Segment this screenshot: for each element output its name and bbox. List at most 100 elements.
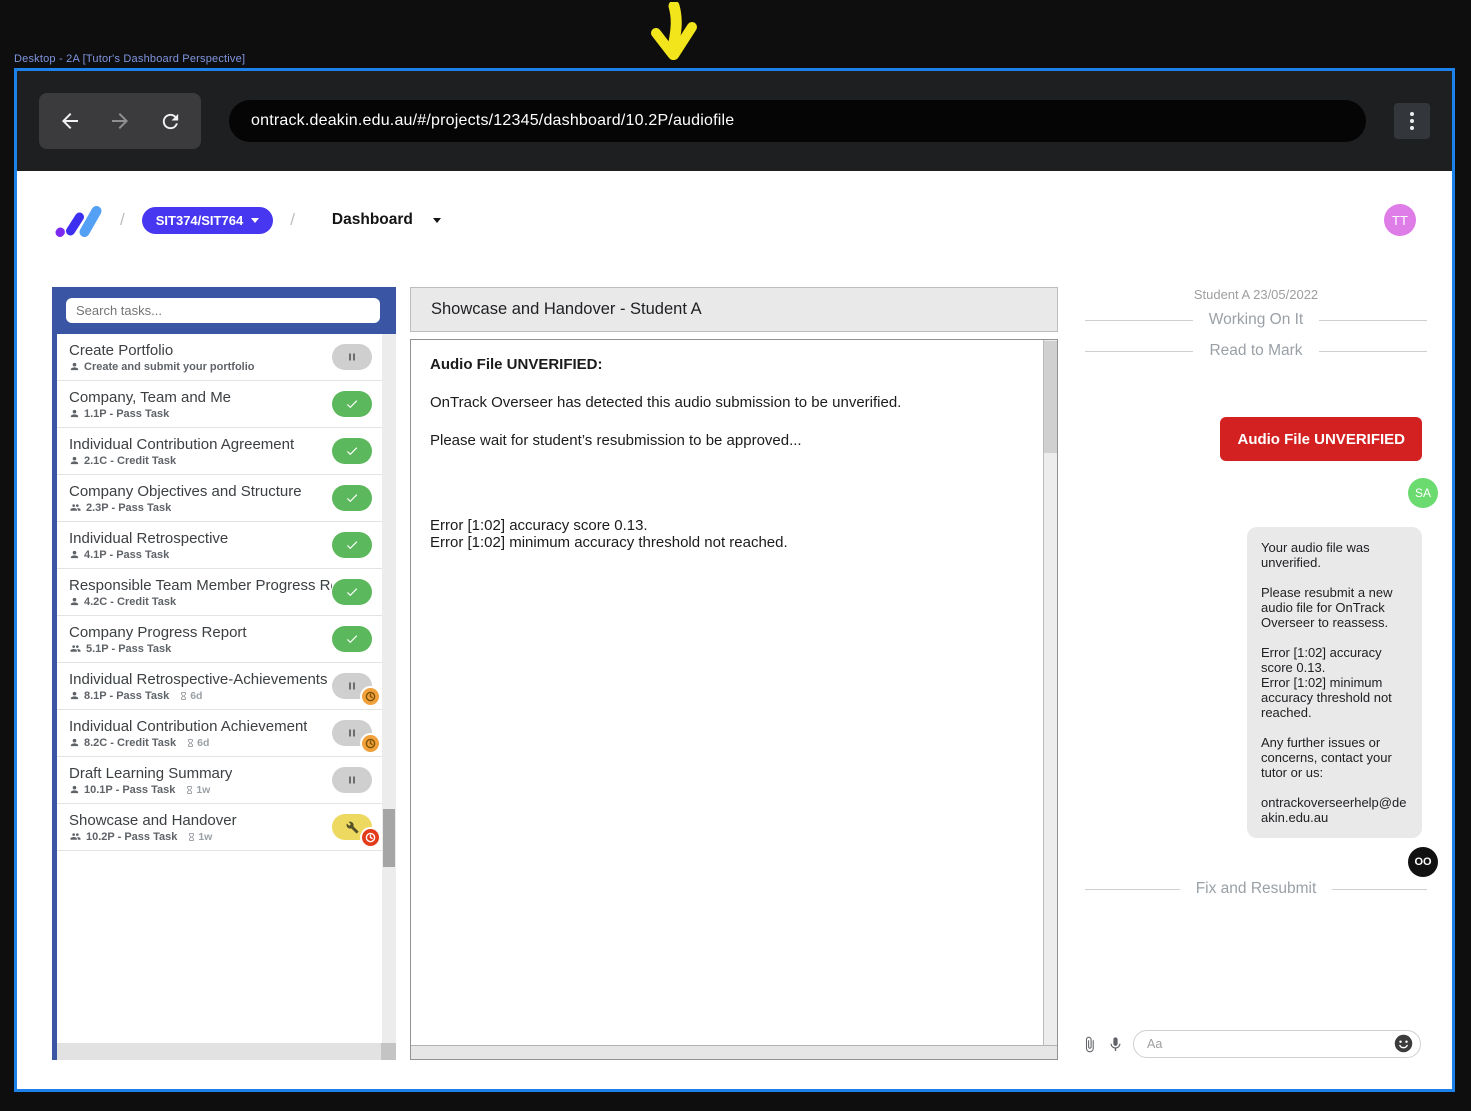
person-icon: [69, 737, 80, 748]
pause-icon: [346, 774, 358, 786]
task-list-scrollbar[interactable]: [382, 334, 396, 1043]
browser-frame: ontrack.deakin.edu.au/#/projects/12345/d…: [14, 68, 1455, 1092]
task-list-item[interactable]: Company Progress Report 5.1P - Pass Task: [57, 616, 382, 663]
clock-badge-icon: [362, 688, 379, 705]
status-paragraph: Please wait for student’s resubmission t…: [430, 432, 1017, 449]
breadcrumb-separator: /: [120, 210, 125, 230]
task-list-item[interactable]: Individual Contribution Agreement 2.1C - …: [57, 428, 382, 475]
task-status-pill[interactable]: [332, 767, 372, 793]
task-list: Create Portfolio Create and submit your p…: [57, 334, 382, 1043]
task-title: Company Objectives and Structure: [69, 483, 302, 500]
task-list-item[interactable]: Individual Contribution Achievement8.2C …: [57, 710, 382, 757]
student-avatar[interactable]: SA: [1408, 478, 1438, 508]
task-status-pill[interactable]: [332, 814, 372, 840]
task-list-item[interactable]: Create Portfolio Create and submit your p…: [57, 334, 382, 381]
forward-icon: [108, 109, 132, 133]
person-icon: [69, 455, 80, 466]
pause-icon: [346, 351, 358, 363]
overseer-avatar[interactable]: OO: [1408, 847, 1438, 877]
task-list-item[interactable]: Showcase and Handover10.2P - Pass Task1w: [57, 804, 382, 851]
back-button[interactable]: [57, 108, 83, 134]
check-icon: [345, 491, 359, 505]
task-subtitle: Create and submit your portfolio: [84, 361, 255, 373]
task-duration: 6d: [186, 737, 209, 749]
annotation-arrow-icon: [643, 2, 705, 68]
person-icon: [69, 690, 80, 701]
unit-dropdown[interactable]: SIT374/SIT764: [142, 207, 273, 234]
task-status-pill[interactable]: [332, 720, 372, 746]
task-title: Company Progress Report: [69, 624, 247, 641]
panel-hscrollbar[interactable]: [411, 1045, 1057, 1059]
scrollbar-corner: [381, 1043, 396, 1060]
task-list-item[interactable]: Responsible Team Member Progress Re... 4.…: [57, 569, 382, 616]
task-title: Company, Team and Me: [69, 389, 231, 406]
task-status-pill[interactable]: [332, 344, 372, 370]
task-status-pill[interactable]: [332, 532, 372, 558]
task-list-item[interactable]: Draft Learning Summary10.1P - Pass Task1…: [57, 757, 382, 804]
chat-message-bubble: Your audio file was unverified. Please r…: [1247, 527, 1422, 838]
audio-unverified-button[interactable]: Audio File UNVERIFIED: [1220, 417, 1422, 461]
kebab-menu-button[interactable]: [1394, 103, 1430, 139]
hourglass-icon: [185, 785, 194, 795]
scrollbar-thumb[interactable]: [1044, 341, 1057, 453]
group-icon: [69, 502, 82, 513]
error-line: Error [1:02] accuracy score 0.13.: [430, 517, 1017, 534]
panel-header: Showcase and Handover - Student A: [410, 287, 1058, 332]
task-duration: 6d: [179, 690, 202, 702]
task-status-pill[interactable]: [332, 626, 372, 652]
panel-title: Showcase and Handover - Student A: [431, 300, 702, 319]
task-status-pill[interactable]: [332, 579, 372, 605]
mic-icon[interactable]: [1107, 1036, 1124, 1053]
chat-panel: Student A 23/05/2022 Working On It Read …: [1060, 287, 1452, 1060]
task-subtitle: 2.3P - Pass Task: [86, 502, 171, 514]
hourglass-icon: [179, 691, 188, 701]
message-input[interactable]: [1133, 1030, 1421, 1058]
task-list-item[interactable]: Individual Retrospective-Achievements8.1…: [57, 663, 382, 710]
chat-input-row: [1081, 1030, 1421, 1058]
scrollbar-thumb[interactable]: [383, 809, 395, 867]
task-subtitle: 2.1C - Credit Task: [84, 455, 176, 467]
person-icon: [69, 361, 80, 372]
task-list-item[interactable]: Individual Retrospective4.1P - Pass Task: [57, 522, 382, 569]
tutor-avatar[interactable]: TT: [1384, 204, 1416, 236]
panel-scrollbar[interactable]: [1043, 340, 1057, 1046]
chevron-down-icon: [433, 218, 441, 223]
task-list-hscrollbar[interactable]: [57, 1043, 396, 1060]
task-duration: 1w: [187, 831, 212, 843]
task-title: Individual Contribution Achievement: [69, 718, 307, 735]
task-subtitle: 10.2P - Pass Task: [86, 831, 177, 843]
paperclip-icon[interactable]: [1081, 1036, 1098, 1053]
task-title: Create Portfolio: [69, 342, 255, 359]
task-status-pill[interactable]: [332, 485, 372, 511]
task-status-pill[interactable]: [332, 673, 372, 699]
person-icon: [69, 784, 80, 795]
task-status-pill[interactable]: [332, 438, 372, 464]
emoji-icon[interactable]: [1393, 1033, 1414, 1059]
task-title: Responsible Team Member Progress Re...: [69, 577, 332, 594]
task-duration: 1w: [185, 784, 210, 796]
check-icon: [345, 397, 359, 411]
dashboard-dropdown[interactable]: Dashboard: [332, 211, 441, 229]
divider-ready-to-mark: Read to Mark: [1085, 342, 1427, 360]
task-subtitle: 4.2C - Credit Task: [84, 596, 176, 608]
pause-icon: [346, 727, 358, 739]
search-input[interactable]: [66, 298, 380, 323]
forward-button[interactable]: [107, 108, 133, 134]
group-icon: [69, 643, 82, 654]
task-list-item[interactable]: Company, Team and Me1.1P - Pass Task: [57, 381, 382, 428]
desktop-label: Desktop - 2A [Tutor's Dashboard Perspect…: [14, 53, 245, 65]
ontrack-logo-icon[interactable]: [53, 201, 103, 239]
address-bar[interactable]: ontrack.deakin.edu.au/#/projects/12345/d…: [229, 100, 1366, 142]
wrench-icon: [346, 821, 359, 834]
check-icon: [345, 632, 359, 646]
task-title: Individual Contribution Agreement: [69, 436, 294, 453]
task-title: Draft Learning Summary: [69, 765, 232, 782]
reload-button[interactable]: [157, 108, 183, 134]
task-status-pill[interactable]: [332, 391, 372, 417]
group-icon: [69, 831, 82, 842]
task-list-item[interactable]: Company Objectives and Structure 2.3P - P…: [57, 475, 382, 522]
task-subtitle: 5.1P - Pass Task: [86, 643, 171, 655]
app-header: / SIT374/SIT764 / Dashboard TT: [17, 171, 1452, 269]
unit-label: SIT374/SIT764: [156, 213, 243, 228]
browser-toolbar: ontrack.deakin.edu.au/#/projects/12345/d…: [17, 71, 1452, 171]
